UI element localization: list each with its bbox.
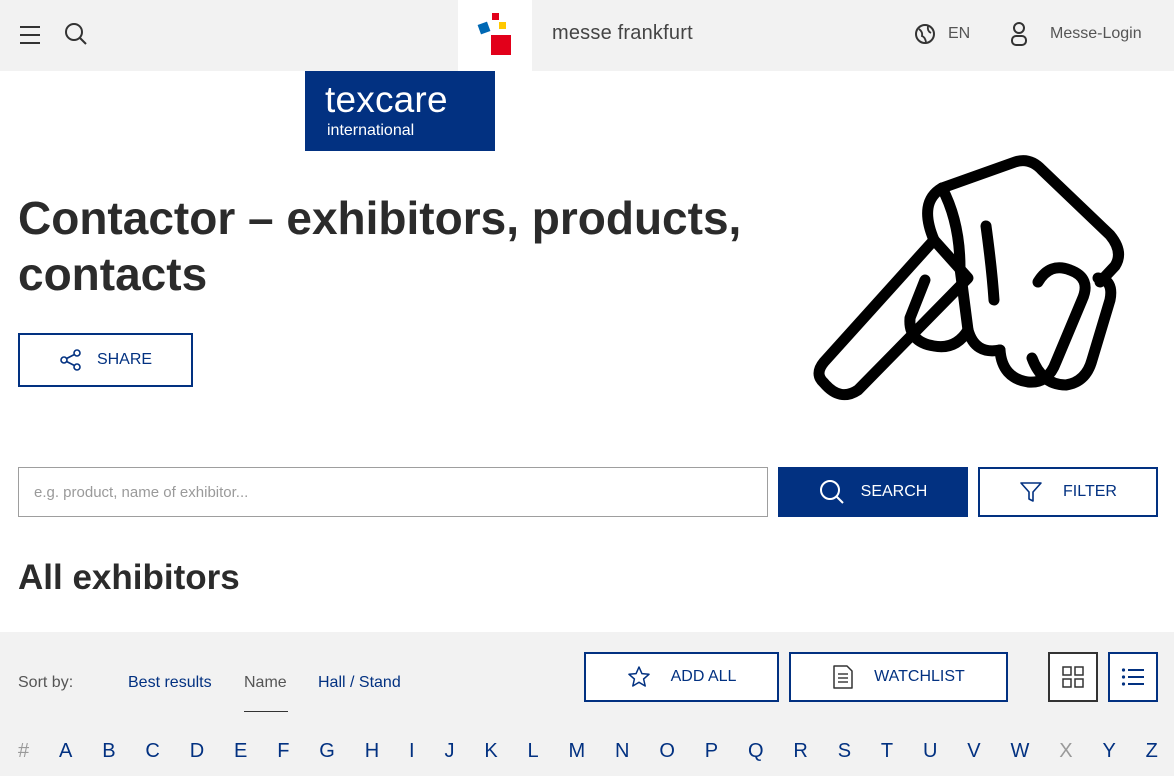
- filter-button-label: FILTER: [1063, 483, 1117, 500]
- watchlist-button[interactable]: WATCHLIST: [789, 652, 1008, 702]
- letter-filter-h[interactable]: H: [365, 740, 379, 763]
- search-button-label: SEARCH: [860, 483, 928, 500]
- letter-filter-w[interactable]: W: [1011, 740, 1030, 763]
- letter-filter-j[interactable]: J: [444, 740, 454, 763]
- letter-filter-v[interactable]: V: [967, 740, 980, 763]
- page-title: Contactor – exhibitors, products, contac…: [18, 192, 742, 300]
- letter-filter-f[interactable]: F: [277, 740, 289, 763]
- active-sort-indicator: [244, 711, 288, 712]
- watchlist-label: WATCHLIST: [874, 668, 965, 685]
- letter-filter-p[interactable]: P: [705, 740, 718, 763]
- letter-filter-s[interactable]: S: [838, 740, 851, 763]
- brand-name: messe frankfurt: [552, 22, 693, 44]
- letter-filter-b[interactable]: B: [102, 740, 115, 763]
- letter-filter-z[interactable]: Z: [1146, 740, 1158, 763]
- messe-frankfurt-logo[interactable]: [458, 0, 532, 71]
- filter-button[interactable]: FILTER: [978, 467, 1158, 517]
- listing-toolbar: Sort by: Best results Name Hall / Stand …: [0, 632, 1174, 776]
- letter-filter-x: X: [1059, 740, 1073, 762]
- letter-filter-q[interactable]: Q: [748, 740, 764, 763]
- hamburger-menu-icon[interactable]: [20, 24, 42, 46]
- add-all-button[interactable]: ADD ALL: [584, 652, 779, 702]
- letter-filter-c[interactable]: C: [145, 740, 159, 763]
- letter-filter-a[interactable]: A: [59, 740, 72, 763]
- section-title: All exhibitors: [18, 558, 240, 597]
- star-icon: [627, 666, 650, 687]
- letter-filter-g[interactable]: G: [319, 740, 335, 763]
- language-selector[interactable]: EN: [914, 22, 970, 46]
- search-input[interactable]: [18, 467, 768, 517]
- event-logo-name: texcare: [325, 79, 448, 120]
- letter-filter-l[interactable]: L: [528, 740, 539, 763]
- letter-filter-o[interactable]: O: [659, 740, 675, 763]
- letter-filter-k[interactable]: K: [484, 740, 497, 763]
- top-navigation-bar: messe frankfurt EN Messe-Login: [0, 0, 1174, 71]
- letter-filter-n[interactable]: N: [615, 740, 629, 763]
- grid-view-icon: [1062, 666, 1084, 688]
- list-view-icon: [1121, 668, 1144, 686]
- search-icon[interactable]: [64, 22, 88, 46]
- letter-filter-hash: #: [18, 740, 30, 762]
- share-button[interactable]: SHARE: [18, 333, 193, 387]
- sort-label: Sort by:: [18, 674, 74, 691]
- sort-option-hall-stand[interactable]: Hall / Stand: [318, 674, 401, 692]
- grid-view-button[interactable]: [1048, 652, 1098, 702]
- search-button[interactable]: SEARCH: [778, 467, 968, 517]
- letter-filter-t[interactable]: T: [881, 740, 893, 763]
- login-link[interactable]: Messe-Login: [1010, 20, 1142, 48]
- document-list-icon: [833, 665, 853, 689]
- globe-icon: [915, 24, 935, 44]
- pointing-hand-icon: [813, 155, 1125, 401]
- sort-option-best-results[interactable]: Best results: [128, 674, 212, 692]
- add-all-label: ADD ALL: [670, 668, 737, 685]
- user-icon: [1011, 22, 1027, 46]
- letter-filter-r[interactable]: R: [793, 740, 807, 763]
- share-label: SHARE: [96, 351, 153, 368]
- funnel-icon: [1020, 482, 1042, 502]
- alphabet-filter: # A B C D E F G H I J K L M N O P Q R S T U V W X Y Z: [18, 740, 1158, 763]
- letter-filter-e[interactable]: E: [234, 740, 247, 763]
- letter-filter-y[interactable]: Y: [1102, 740, 1115, 763]
- login-label: Messe-Login: [1050, 25, 1142, 42]
- letter-filter-m[interactable]: M: [569, 740, 586, 763]
- letter-filter-i[interactable]: I: [409, 740, 415, 763]
- list-view-button[interactable]: [1108, 652, 1158, 702]
- sort-option-name[interactable]: Name: [244, 674, 287, 692]
- letter-filter-d[interactable]: D: [190, 740, 204, 763]
- share-icon: [60, 349, 81, 371]
- magnifier-icon: [819, 480, 844, 504]
- letter-filter-u[interactable]: U: [923, 740, 937, 763]
- texcare-international-logo[interactable]: texcare international: [305, 71, 495, 151]
- event-logo-subtitle: international: [327, 122, 415, 139]
- language-label: EN: [948, 25, 971, 42]
